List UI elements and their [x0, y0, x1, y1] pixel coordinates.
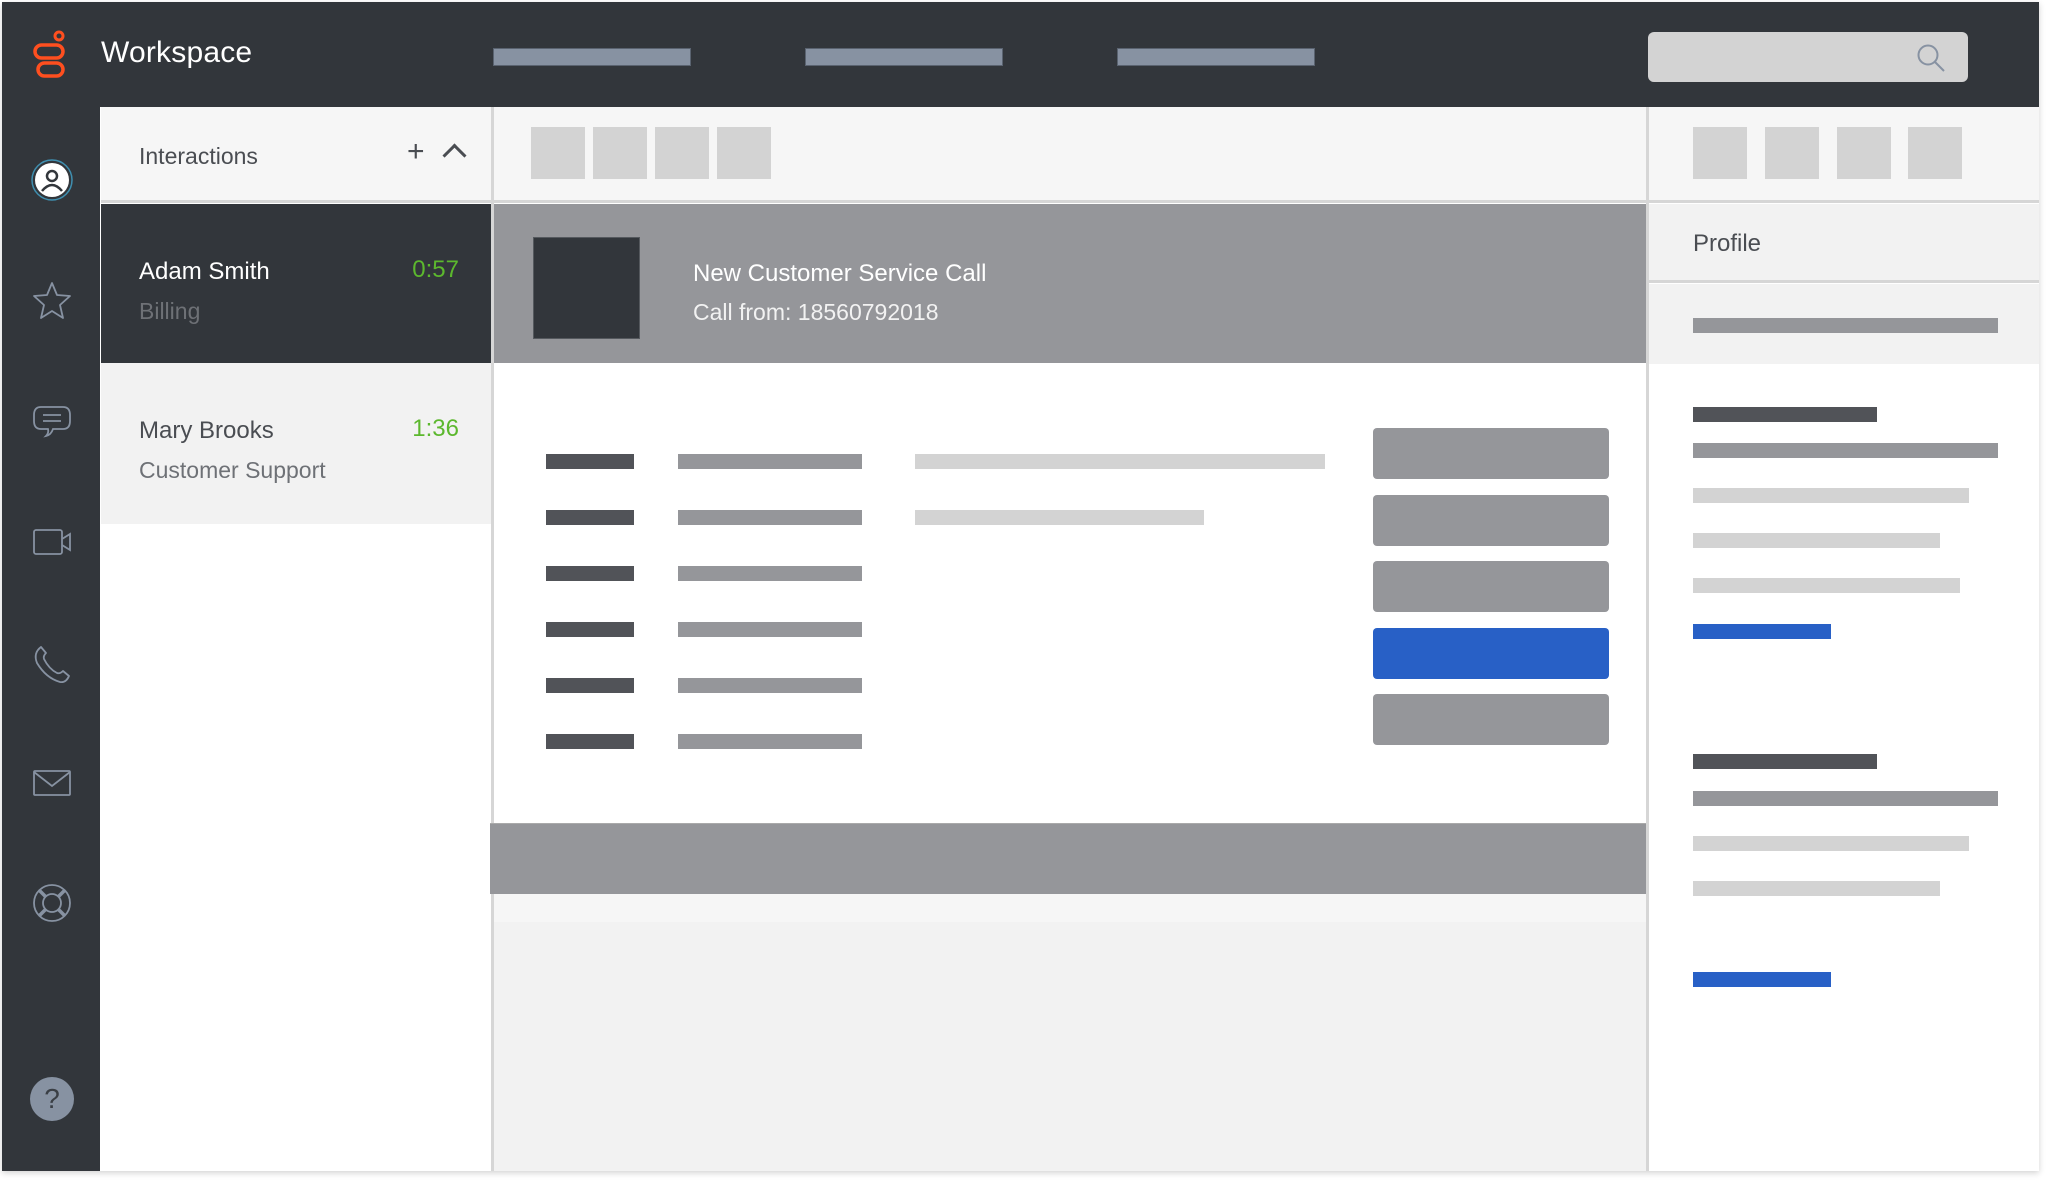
- chat-icon[interactable]: [31, 401, 73, 443]
- lower-content-area: [494, 922, 1646, 1171]
- video-icon[interactable]: [31, 521, 73, 563]
- toolbar-button-2[interactable]: [593, 127, 647, 179]
- profile-panel: Profile: [1646, 107, 2039, 1171]
- interactions-header: Interactions +: [101, 107, 491, 203]
- main-toolbar: [494, 107, 1646, 203]
- action-button-5[interactable]: [1373, 694, 1609, 745]
- right-toolbar-button-3[interactable]: [1837, 127, 1891, 179]
- profile-line: [1693, 881, 1940, 896]
- profile-line: [1693, 791, 1998, 806]
- interaction-item-adam-smith[interactable]: Adam Smith Billing 0:57: [101, 204, 491, 363]
- nav-item-2[interactable]: [805, 48, 1003, 66]
- interaction-item-mary-brooks[interactable]: Mary Brooks Customer Support 1:36: [101, 363, 491, 524]
- right-toolbar-button-2[interactable]: [1765, 127, 1819, 179]
- detail-label-4: [546, 622, 634, 637]
- right-toolbar: [1649, 107, 2039, 203]
- call-subtitle: Call from: 18560792018: [693, 299, 939, 325]
- profile-header: Profile: [1649, 204, 2039, 283]
- help-button[interactable]: ?: [30, 1077, 74, 1121]
- interaction-queue: Billing: [139, 298, 201, 324]
- right-toolbar-button-4[interactable]: [1908, 127, 1962, 179]
- profile-line: [1693, 488, 1969, 503]
- detail-label-5: [546, 678, 634, 693]
- profile-summary: [1649, 284, 2039, 364]
- user-icon[interactable]: [31, 159, 73, 201]
- section-header-bar: [490, 823, 1646, 894]
- profile-title: Profile: [1693, 230, 1762, 257]
- detail-label-6: [546, 734, 634, 749]
- nav-item-3[interactable]: [1117, 48, 1315, 66]
- interactions-title: Interactions: [139, 143, 258, 169]
- detail-extra-2: [915, 510, 1204, 525]
- section-tab-strip: [494, 894, 1646, 922]
- profile-summary-line: [1693, 318, 1998, 333]
- detail-extra-1: [915, 454, 1325, 469]
- collapse-chevron-up-icon[interactable]: [442, 143, 467, 168]
- detail-label-2: [546, 510, 634, 525]
- detail-value-5: [678, 678, 862, 693]
- action-button-2[interactable]: [1373, 495, 1609, 546]
- call-title: New Customer Service Call: [693, 260, 987, 287]
- top-bar: Workspace: [2, 2, 2039, 107]
- nav-item-1[interactable]: [493, 48, 691, 66]
- main-panel: New Customer Service Call Call from: 185…: [490, 107, 1646, 1171]
- detail-label-3: [546, 566, 634, 581]
- action-button-3[interactable]: [1373, 561, 1609, 612]
- toolbar-button-3[interactable]: [655, 127, 709, 179]
- mail-icon[interactable]: [31, 762, 73, 804]
- interaction-timer: 0:57: [412, 256, 459, 283]
- phone-icon[interactable]: [31, 643, 73, 685]
- detail-value-4: [678, 622, 862, 637]
- profile-link-1[interactable]: [1693, 624, 1831, 639]
- toolbar-button-4[interactable]: [717, 127, 771, 179]
- caller-avatar: [533, 237, 640, 339]
- profile-section-title-2: [1693, 754, 1877, 769]
- app-window: Workspace ? Interactions + Adam Smith Bi…: [2, 2, 2039, 1171]
- primary-action-button[interactable]: [1373, 628, 1609, 679]
- star-icon[interactable]: [31, 280, 73, 322]
- profile-section-title-1: [1693, 407, 1877, 422]
- detail-value-2: [678, 510, 862, 525]
- sidebar: ?: [2, 107, 100, 1171]
- detail-value-6: [678, 734, 862, 749]
- profile-line: [1693, 836, 1969, 851]
- profile-line: [1693, 443, 1998, 458]
- search-icon[interactable]: [1916, 43, 1946, 73]
- search-input[interactable]: [1648, 32, 1924, 84]
- detail-label-1: [546, 454, 634, 469]
- action-button-1[interactable]: [1373, 428, 1609, 479]
- profile-line: [1693, 578, 1960, 593]
- app-title: Workspace: [101, 36, 253, 69]
- profile-line: [1693, 533, 1940, 548]
- detail-value-1: [678, 454, 862, 469]
- brand-logo-icon: [33, 30, 65, 78]
- profile-link-2[interactable]: [1693, 972, 1831, 987]
- call-banner: New Customer Service Call Call from: 185…: [494, 204, 1646, 363]
- interaction-name: Mary Brooks: [139, 417, 274, 444]
- interaction-timer: 1:36: [412, 415, 459, 442]
- lifebuoy-icon[interactable]: [31, 882, 73, 924]
- toolbar-button-1[interactable]: [531, 127, 585, 179]
- search-box: [1648, 32, 1968, 84]
- add-interaction-button[interactable]: +: [407, 137, 425, 167]
- right-toolbar-button-1[interactable]: [1693, 127, 1747, 179]
- interactions-panel: Interactions + Adam Smith Billing 0:57 M…: [101, 107, 491, 1171]
- interaction-queue: Customer Support: [139, 457, 326, 483]
- interaction-name: Adam Smith: [139, 258, 270, 285]
- detail-value-3: [678, 566, 862, 581]
